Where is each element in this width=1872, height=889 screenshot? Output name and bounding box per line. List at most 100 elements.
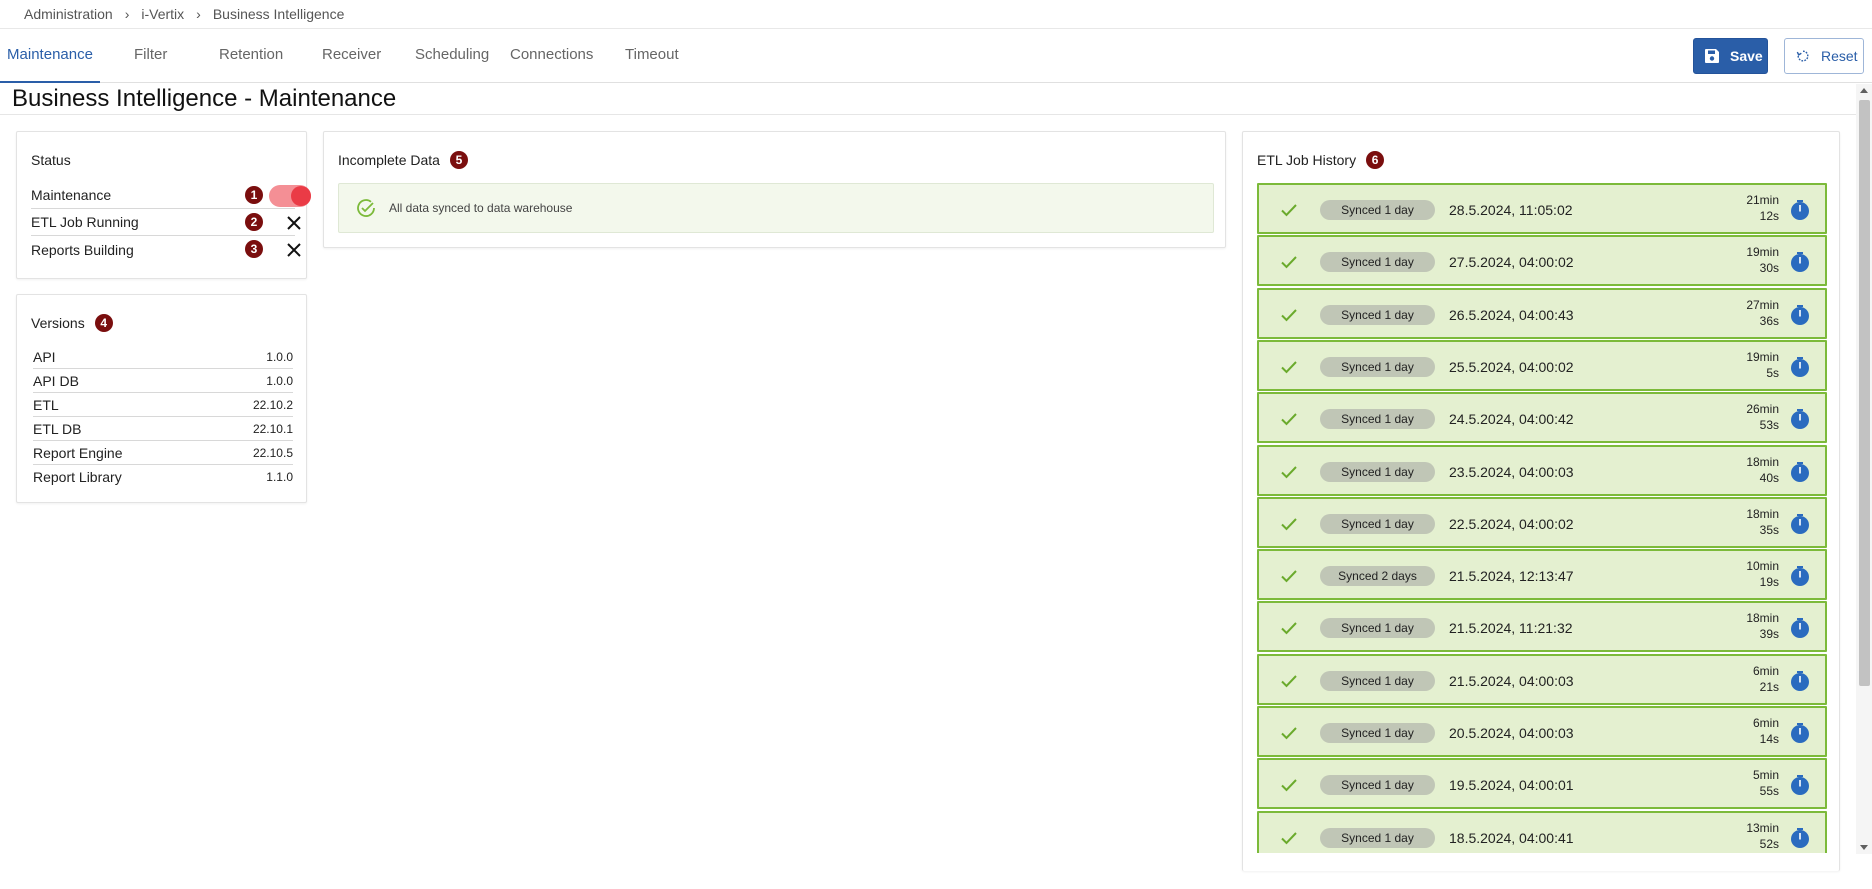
- version-row-report-engine: Report Engine 22.10.5: [33, 441, 293, 465]
- versions-title-text: Versions: [31, 315, 85, 331]
- job-timestamp: 22.5.2024, 04:00:02: [1449, 516, 1574, 532]
- versions-card-title: Versions 4: [31, 314, 113, 332]
- duration-seconds: 36s: [1759, 314, 1779, 328]
- duration-minutes: 18min: [1746, 611, 1779, 625]
- stopwatch-icon[interactable]: [1789, 356, 1811, 378]
- reset-button-label: Reset: [1821, 48, 1858, 64]
- sync-status-badge: Synced 1 day: [1320, 514, 1435, 534]
- duration-minutes: 13min: [1746, 821, 1779, 835]
- sync-status-badge: Synced 1 day: [1320, 357, 1435, 377]
- etl-job-list: Synced 1 day 28.5.2024, 11:05:02 21min 12s S…: [1257, 183, 1827, 853]
- job-duration: 10min 19s: [1699, 558, 1779, 590]
- version-name: ETL: [33, 396, 59, 413]
- job-duration: 18min 35s: [1699, 506, 1779, 538]
- check-icon: [1281, 518, 1297, 531]
- duration-seconds: 19s: [1759, 575, 1779, 589]
- duration-minutes: 26min: [1746, 402, 1779, 416]
- duration-seconds: 53s: [1759, 418, 1779, 432]
- version-row-api: API 1.0.0: [33, 345, 293, 369]
- stopwatch-icon[interactable]: [1789, 774, 1811, 796]
- version-value: 1.1.0: [266, 470, 293, 484]
- etl-job-row: Synced 2 days 21.5.2024, 12:13:47 10min 19s: [1257, 549, 1827, 600]
- reset-button[interactable]: Reset: [1784, 38, 1864, 74]
- check-icon: [1281, 622, 1297, 635]
- check-circle-icon: [357, 199, 375, 217]
- stopwatch-icon[interactable]: [1789, 199, 1811, 221]
- scrollbar-thumb[interactable]: [1859, 100, 1870, 686]
- check-icon: [1281, 727, 1297, 740]
- sync-status-badge: Synced 1 day: [1320, 618, 1435, 638]
- stopwatch-icon[interactable]: [1789, 827, 1811, 849]
- breadcrumb-item-administration[interactable]: Administration: [24, 6, 113, 22]
- duration-seconds: 55s: [1759, 784, 1779, 798]
- stopwatch-icon[interactable]: [1789, 565, 1811, 587]
- status-row-etl-job-running: ETL Job Running 2: [31, 209, 301, 236]
- stopwatch-icon[interactable]: [1789, 617, 1811, 639]
- etl-job-row: Synced 1 day 21.5.2024, 11:21:32 18min 39s: [1257, 601, 1827, 652]
- scroll-down-arrow-icon[interactable]: [1860, 845, 1868, 850]
- tab-filter[interactable]: Filter: [134, 29, 167, 83]
- save-button-label: Save: [1730, 48, 1763, 64]
- job-duration: 26min 53s: [1699, 401, 1779, 433]
- stopwatch-icon[interactable]: [1789, 251, 1811, 273]
- tab-timeout[interactable]: Timeout: [625, 29, 679, 83]
- version-row-report-library: Report Library 1.1.0: [33, 465, 293, 489]
- number-badge: 4: [94, 314, 113, 332]
- tab-scheduling[interactable]: Scheduling: [415, 29, 489, 83]
- check-icon: [1281, 361, 1297, 374]
- number-badge: 6: [1366, 151, 1385, 169]
- toggle-knob: [291, 186, 311, 206]
- save-button[interactable]: Save: [1693, 38, 1768, 74]
- check-icon: [1281, 256, 1297, 269]
- stopwatch-icon[interactable]: [1789, 461, 1811, 483]
- stopwatch-icon[interactable]: [1789, 722, 1811, 744]
- duration-minutes: 21min: [1746, 193, 1779, 207]
- page-scrollbar[interactable]: [1856, 84, 1872, 854]
- scroll-up-arrow-icon[interactable]: [1860, 88, 1868, 93]
- job-duration: 21min 12s: [1699, 192, 1779, 224]
- version-value: 1.0.0: [266, 349, 293, 364]
- etl-job-row: Synced 1 day 25.5.2024, 04:00:02 19min 5s: [1257, 340, 1827, 391]
- etl-job-row: Synced 1 day 27.5.2024, 04:00:02 19min 30s: [1257, 235, 1827, 286]
- number-badge: 2: [245, 213, 263, 231]
- duration-seconds: 39s: [1759, 627, 1779, 641]
- breadcrumb-item-i-vertix[interactable]: i-Vertix: [141, 6, 184, 22]
- version-name: API: [33, 348, 56, 365]
- tab-receiver[interactable]: Receiver: [322, 29, 381, 83]
- job-duration: 19min 30s: [1699, 244, 1779, 276]
- etl-job-row: Synced 1 day 26.5.2024, 04:00:43 27min 36s: [1257, 288, 1827, 339]
- duration-seconds: 52s: [1759, 837, 1779, 851]
- check-icon: [1281, 832, 1297, 845]
- stopwatch-icon[interactable]: [1789, 304, 1811, 326]
- etl-job-row: Synced 1 day 23.5.2024, 04:00:03 18min 40s: [1257, 445, 1827, 496]
- status-label: Reports Building: [31, 241, 134, 258]
- duration-minutes: 19min: [1746, 350, 1779, 364]
- stopwatch-icon[interactable]: [1789, 408, 1811, 430]
- sync-status-badge: Synced 1 day: [1320, 671, 1435, 691]
- tab-connections[interactable]: Connections: [510, 29, 593, 83]
- floppy-disk-icon: [1704, 48, 1720, 64]
- maintenance-toggle[interactable]: [269, 185, 311, 207]
- version-row-etl-db: ETL DB 22.10.1: [33, 417, 293, 441]
- job-duration: 6min 21s: [1699, 663, 1779, 695]
- stopwatch-icon[interactable]: [1789, 513, 1811, 535]
- version-value: 22.10.5: [252, 445, 293, 460]
- duration-seconds: 5s: [1766, 366, 1779, 380]
- job-timestamp: 23.5.2024, 04:00:03: [1449, 464, 1574, 480]
- check-icon: [1281, 204, 1297, 217]
- duration-minutes: 5min: [1752, 768, 1779, 782]
- duration-minutes: 27min: [1746, 298, 1779, 312]
- version-name: Report Engine: [33, 444, 123, 461]
- incomplete-data-card: Incomplete Data 5 All data synced to dat…: [323, 131, 1226, 248]
- duration-minutes: 6min: [1752, 664, 1779, 678]
- check-icon: [1281, 309, 1297, 322]
- version-name: ETL DB: [33, 420, 82, 437]
- version-name: API DB: [33, 372, 79, 389]
- tab-maintenance[interactable]: Maintenance: [0, 29, 100, 83]
- stopwatch-icon[interactable]: [1789, 670, 1811, 692]
- tab-retention[interactable]: Retention: [219, 29, 283, 83]
- job-timestamp: 18.5.2024, 04:00:41: [1449, 830, 1574, 846]
- status-row-reports-building: Reports Building 3: [31, 236, 301, 263]
- etl-job-row: Synced 1 day 22.5.2024, 04:00:02 18min 35s: [1257, 497, 1827, 548]
- check-icon: [1281, 413, 1297, 426]
